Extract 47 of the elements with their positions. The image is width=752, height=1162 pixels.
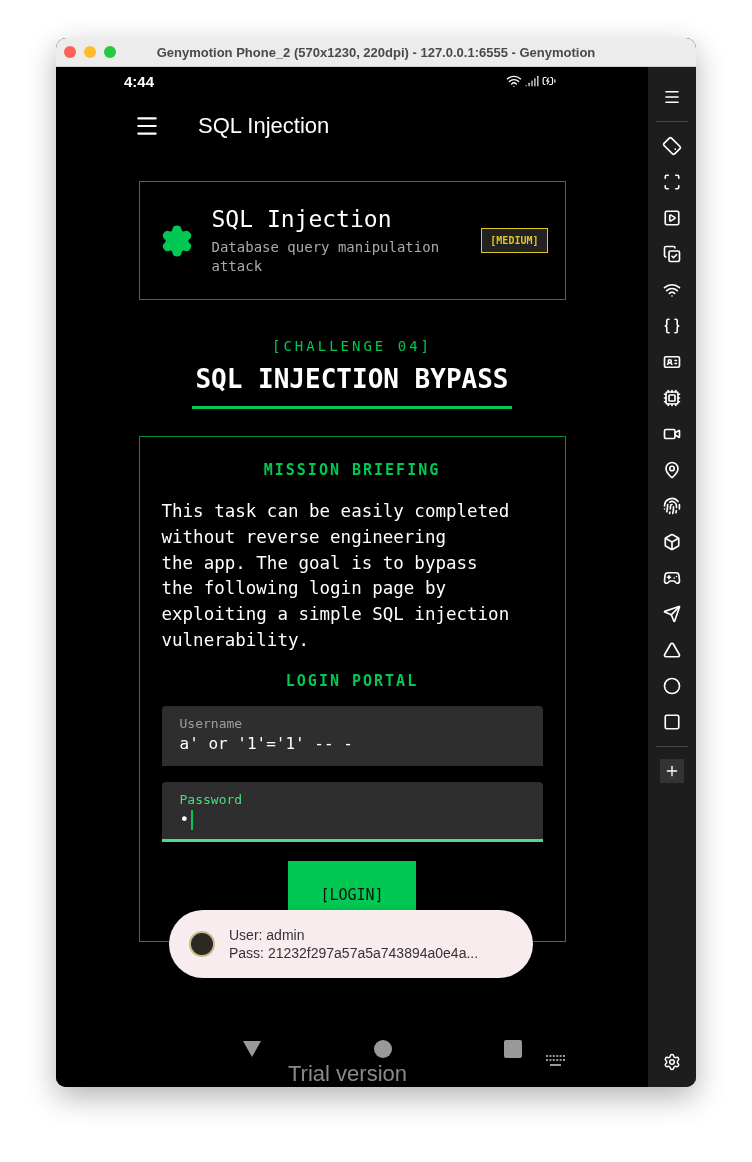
signal-icon (525, 74, 539, 88)
challenge-title: SQL INJECTION BYPASS (192, 364, 512, 409)
mission-text: This task can be easily completed without reverse engineering the app. The goal is to bypass the following login page by exploiting a simple SQL injection vulnerability. (161, 500, 511, 652)
portal-heading: LOGIN PORTAL (285, 671, 419, 690)
settings-icon[interactable] (663, 1053, 681, 1071)
status-time: 4:44 (124, 72, 155, 90)
avatar-icon (189, 931, 215, 957)
trial-version-label: Trial version (288, 1061, 407, 1087)
input-field[interactable]: Username a' or '1'='1' -- - (161, 705, 543, 766)
back-icon[interactable] (663, 641, 681, 659)
home-icon[interactable] (374, 1040, 392, 1058)
cube-icon[interactable] (663, 533, 681, 551)
field-label: Password (179, 791, 244, 807)
sim-card-icon[interactable] (663, 389, 681, 407)
cast-icon[interactable] (663, 605, 681, 623)
screen-record-icon[interactable] (663, 209, 681, 227)
field-label: Username (179, 715, 244, 731)
field-value: a' or '1'='1' -- - (179, 733, 354, 753)
wifi-icon[interactable] (663, 281, 681, 299)
challenge-label: [CHALLENGE 04] (272, 338, 432, 354)
battery-icon (542, 74, 556, 88)
input-field[interactable]: Password • (161, 781, 543, 842)
plus-icon (664, 763, 680, 779)
wifi-icon (506, 73, 522, 89)
toast-text: User: admin (229, 926, 306, 944)
keyboard-icon[interactable] (546, 1055, 566, 1067)
recents-icon[interactable] (663, 713, 681, 731)
id-card-icon[interactable] (663, 353, 681, 371)
braces-icon[interactable] (663, 317, 681, 335)
location-pin-icon[interactable] (663, 461, 681, 479)
home-icon[interactable] (663, 677, 681, 695)
gamepad-icon[interactable] (663, 569, 681, 587)
field-value: • (179, 809, 525, 830)
close-button[interactable] (64, 46, 76, 58)
fingerprint-icon[interactable] (663, 497, 681, 515)
card-subtitle: Database query manipulation attack (211, 237, 441, 276)
add-button[interactable] (660, 759, 684, 783)
app-title: SQL Injection (198, 113, 330, 139)
mission-heading: MISSION BRIEFING (263, 461, 441, 479)
difficulty-badge: [MEDIUM] (481, 228, 548, 253)
scale-icon[interactable] (663, 173, 681, 191)
clipboard-check-icon[interactable] (663, 245, 681, 263)
toast-text: Pass: 21232f297a57a5a743894a0e4a... (229, 944, 479, 962)
menu-icon[interactable] (663, 88, 681, 106)
card-title: SQL Injection (211, 205, 393, 232)
back-icon[interactable] (242, 1040, 262, 1058)
window-title: Genymotion Phone_2 (570x1230, 220dpi) - 127.0.0.1:6555 - Genymotion (155, 44, 597, 60)
